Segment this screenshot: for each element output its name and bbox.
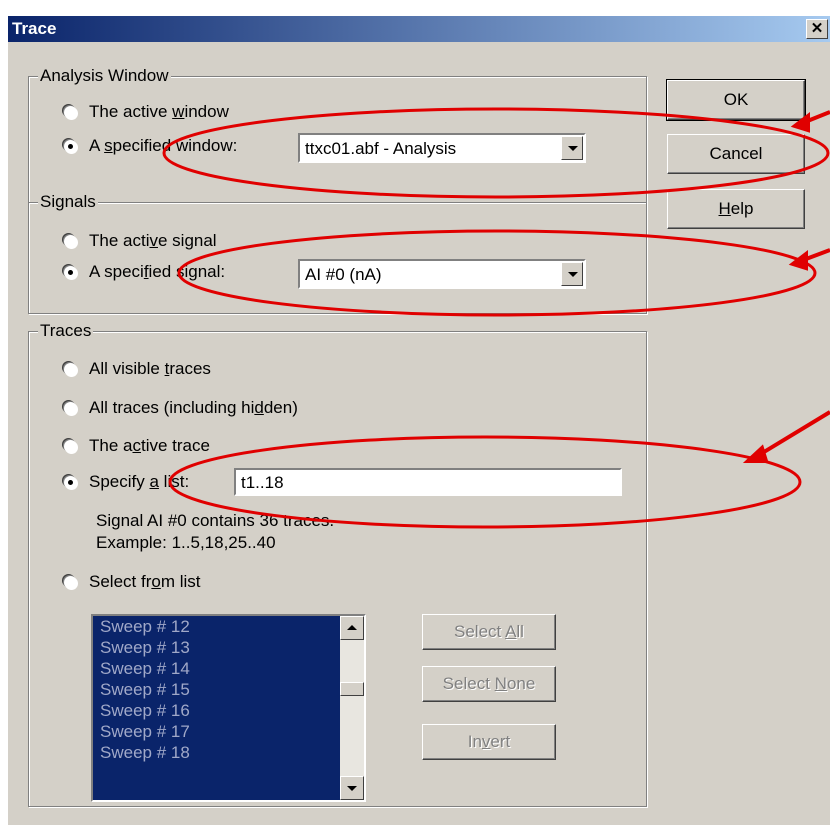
trace-count-info: Signal AI #0 contains 36 traces.: [96, 511, 335, 530]
analysis-window-label: Analysis Window: [38, 66, 171, 86]
select-all-label: Select All: [454, 622, 524, 641]
list-item[interactable]: Sweep # 13: [93, 637, 364, 658]
list-item[interactable]: Sweep # 15: [93, 679, 364, 700]
ok-button[interactable]: OK: [666, 79, 806, 121]
select-none-label: Select None: [442, 674, 536, 693]
signals-group: Signals: [28, 192, 647, 314]
signal-select-value: AI #0 (nA): [305, 265, 382, 284]
radio-specify-list[interactable]: Specify a list:: [64, 472, 189, 492]
radio-active-trace[interactable]: The active trace: [64, 436, 210, 456]
radio-checked-icon: [64, 265, 77, 279]
chevron-down-icon[interactable]: [561, 262, 583, 286]
help-button[interactable]: Help: [667, 189, 805, 229]
radio-icon: [64, 234, 77, 248]
list-item[interactable]: Sweep # 17: [93, 721, 364, 742]
select-all-button[interactable]: Select All: [422, 614, 556, 650]
radio-active-signal-label: The active signal: [89, 231, 217, 250]
traces-label: Traces: [38, 321, 94, 341]
signals-label: Signals: [38, 192, 98, 212]
window-select[interactable]: ttxc01.abf - Analysis: [298, 133, 586, 163]
list-item[interactable]: Sweep # 12: [93, 616, 364, 637]
close-icon: ✕: [810, 20, 824, 37]
close-button[interactable]: ✕: [806, 19, 828, 39]
select-none-button[interactable]: Select None: [422, 666, 556, 702]
chevron-down-icon[interactable]: [561, 136, 583, 160]
radio-all-visible-label: All visible traces: [89, 359, 211, 378]
list-item[interactable]: Sweep # 16: [93, 700, 364, 721]
radio-active-window-label: The active window: [89, 102, 229, 121]
invert-button[interactable]: Invert: [422, 724, 556, 760]
title-bar[interactable]: Trace ✕: [8, 16, 830, 42]
cancel-label: Cancel: [709, 144, 763, 163]
list-item[interactable]: Sweep # 14: [93, 658, 364, 679]
radio-checked-icon: [64, 139, 77, 153]
radio-all-visible[interactable]: All visible traces: [64, 359, 211, 379]
radio-specified-window-label: A specified window:: [89, 136, 238, 155]
radio-active-signal[interactable]: The active signal: [64, 231, 217, 251]
radio-icon: [64, 401, 77, 415]
radio-specify-list-label: Specify a list:: [89, 472, 190, 491]
trace-list-input[interactable]: t1..18: [234, 468, 622, 496]
scroll-down-icon[interactable]: [340, 776, 364, 800]
radio-specified-signal-label: A specified signal:: [89, 262, 226, 281]
radio-select-from-list[interactable]: Select from list: [64, 572, 201, 592]
cancel-button[interactable]: Cancel: [667, 134, 805, 174]
radio-specified-window[interactable]: A specified window:: [64, 136, 237, 156]
radio-checked-icon: [64, 475, 77, 489]
radio-icon: [64, 105, 77, 119]
scroll-thumb[interactable]: [340, 682, 364, 696]
radio-active-window[interactable]: The active window: [64, 102, 229, 122]
signal-select[interactable]: AI #0 (nA): [298, 259, 586, 289]
scroll-up-icon[interactable]: [340, 616, 364, 640]
invert-label: Invert: [467, 732, 511, 751]
ok-label: OK: [723, 90, 749, 109]
sweep-listbox[interactable]: Sweep # 12 Sweep # 13 Sweep # 14 Sweep #…: [91, 614, 366, 802]
radio-icon: [64, 575, 77, 589]
listbox-scrollbar[interactable]: [340, 616, 364, 800]
radio-all-traces-label: All traces (including hidden): [89, 398, 298, 417]
radio-select-from-list-label: Select from list: [89, 572, 201, 591]
dialog-title: Trace: [12, 19, 57, 38]
trace-example-info: Example: 1..5,18,25..40: [96, 533, 276, 552]
radio-all-traces[interactable]: All traces (including hidden): [64, 398, 298, 418]
radio-specified-signal[interactable]: A specified signal:: [64, 262, 225, 282]
radio-icon: [64, 439, 77, 453]
list-item[interactable]: Sweep # 18: [93, 742, 364, 763]
window-select-value: ttxc01.abf - Analysis: [305, 139, 457, 158]
help-label: Help: [718, 199, 754, 218]
radio-icon: [64, 362, 77, 376]
trace-dialog: Trace ✕ Analysis Window The active windo…: [7, 16, 830, 825]
radio-active-trace-label: The active trace: [89, 436, 210, 455]
